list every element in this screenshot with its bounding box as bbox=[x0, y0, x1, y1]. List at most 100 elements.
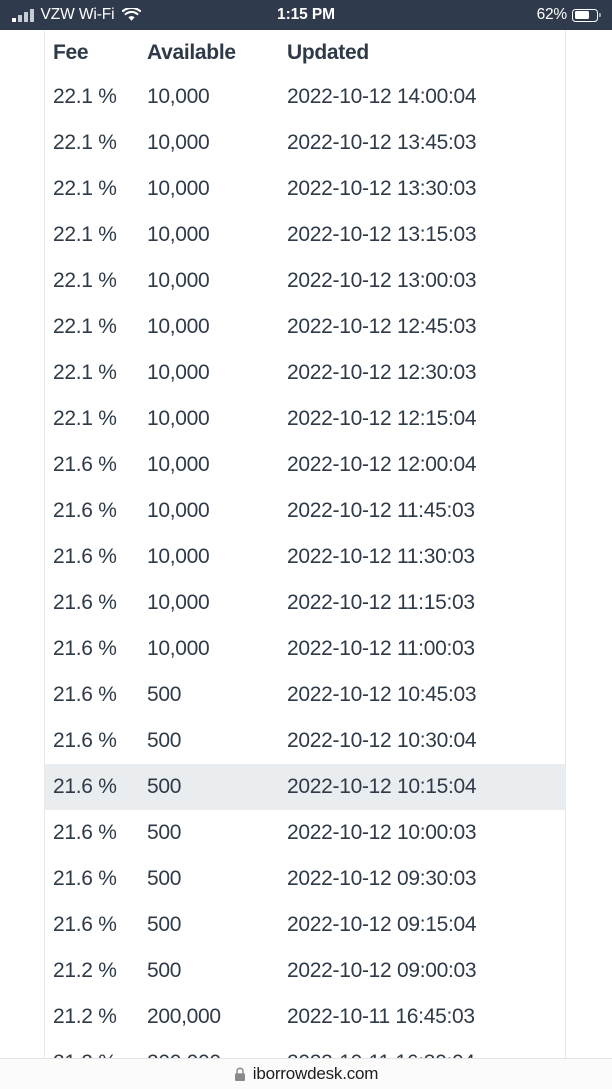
short-availability-table-container: Fee Available Updated 22.1 % 10,000 2022-1… bbox=[44, 30, 566, 1058]
cell-available: 10,000 bbox=[147, 85, 210, 108]
cell-available: 500 bbox=[147, 913, 182, 936]
battery-icon bbox=[572, 8, 601, 22]
cell-fee: 21.2 % bbox=[45, 1040, 147, 1058]
table-row[interactable]: 21.2 % 200,000 2022-10-11 16:45:03 bbox=[45, 994, 565, 1040]
table-row[interactable]: 22.1 % 10,000 2022-10-12 13:30:03 bbox=[45, 166, 565, 212]
column-header-updated[interactable]: Updated bbox=[287, 30, 565, 74]
cell-available: 500 bbox=[147, 821, 182, 844]
cell-fee: 21.2 % bbox=[53, 959, 117, 982]
browser-footer-bar: iborrowdesk.com bbox=[0, 1058, 612, 1089]
status-bar-right: 62% bbox=[537, 6, 601, 24]
table-row[interactable]: 21.6 % 500 2022-10-12 10:15:04 bbox=[45, 764, 565, 810]
cell-updated: 2022-10-12 10:45:03 bbox=[287, 683, 477, 706]
cell-updated: 2022-10-12 09:15:04 bbox=[287, 913, 477, 936]
cell-fee: 22.1 % bbox=[53, 315, 117, 338]
table-row[interactable]: 21.6 % 10,000 2022-10-12 11:15:03 bbox=[45, 580, 565, 626]
cell-fee: 21.6 % bbox=[53, 453, 117, 476]
cell-fee: 21.6 % bbox=[53, 821, 117, 844]
cell-available: 10,000 bbox=[147, 453, 210, 476]
table-row[interactable]: 21.2 %200,0002022-10-11 16:30:04 bbox=[45, 1040, 565, 1058]
cell-available: 10,000 bbox=[147, 499, 210, 522]
cell-fee: 21.6 % bbox=[53, 591, 117, 614]
column-header-available[interactable]: Available bbox=[147, 30, 287, 74]
table-row[interactable]: 21.6 % 500 2022-10-12 10:45:03 bbox=[45, 672, 565, 718]
cell-updated: 2022-10-12 12:30:03 bbox=[287, 361, 477, 384]
cell-updated: 2022-10-12 10:15:04 bbox=[287, 764, 565, 810]
cell-available: 10,000 bbox=[147, 269, 210, 292]
table-row[interactable]: 22.1 % 10,000 2022-10-12 12:30:03 bbox=[45, 350, 565, 396]
status-bar: VZW Wi-Fi 1:15 PM 62% bbox=[0, 0, 612, 30]
cell-updated: 2022-10-12 11:45:03 bbox=[287, 499, 475, 522]
cell-updated: 2022-10-12 14:00:04 bbox=[287, 85, 477, 108]
cell-updated: 2022-10-12 11:15:03 bbox=[287, 591, 475, 614]
cell-updated: 2022-10-12 13:15:03 bbox=[287, 223, 477, 246]
cell-updated: 2022-10-11 16:30:04 bbox=[287, 1040, 565, 1058]
table-row[interactable]: 22.1 % 10,000 2022-10-12 13:15:03 bbox=[45, 212, 565, 258]
cell-fee: 22.1 % bbox=[53, 223, 117, 246]
cell-updated: 2022-10-12 12:45:03 bbox=[287, 315, 477, 338]
table-row[interactable]: 22.1 % 10,000 2022-10-12 13:00:03 bbox=[45, 258, 565, 304]
cell-available: 10,000 bbox=[147, 177, 210, 200]
cell-fee: 22.1 % bbox=[53, 131, 117, 154]
cell-updated: 2022-10-12 11:30:03 bbox=[287, 545, 475, 568]
cell-fee: 21.6 % bbox=[53, 545, 117, 568]
table-row[interactable]: 22.1 % 10,000 2022-10-12 12:45:03 bbox=[45, 304, 565, 350]
carrier-label: VZW Wi-Fi bbox=[40, 6, 115, 23]
cell-available: 10,000 bbox=[147, 637, 210, 660]
cell-updated: 2022-10-12 09:30:03 bbox=[287, 867, 477, 890]
table-row[interactable]: 21.6 % 10,000 2022-10-12 11:00:03 bbox=[45, 626, 565, 672]
table-row[interactable]: 21.6 % 10,000 2022-10-12 11:45:03 bbox=[45, 488, 565, 534]
column-header-fee[interactable]: Fee bbox=[45, 30, 147, 74]
cellular-signal-icon bbox=[12, 8, 34, 22]
table-body: 22.1 % 10,000 2022-10-12 14:00:04 22.1 % 10,… bbox=[45, 74, 565, 1058]
cell-fee: 21.2 % bbox=[53, 1005, 117, 1028]
table-row[interactable]: 21.6 % 500 2022-10-12 09:30:03 bbox=[45, 856, 565, 902]
table-row[interactable]: 22.1 % 10,000 2022-10-12 13:45:03 bbox=[45, 120, 565, 166]
cell-available: 10,000 bbox=[147, 545, 210, 568]
cell-fee: 21.6 % bbox=[53, 499, 117, 522]
cell-fee: 21.6 % bbox=[53, 729, 117, 752]
table-row[interactable]: 22.1 % 10,000 2022-10-12 14:00:04 bbox=[45, 74, 565, 120]
status-bar-left: VZW Wi-Fi bbox=[12, 6, 141, 24]
cell-available: 10,000 bbox=[147, 407, 210, 430]
cell-available: 500 bbox=[147, 867, 182, 890]
footer-domain-label[interactable]: iborrowdesk.com bbox=[253, 1064, 379, 1084]
cell-fee: 22.1 % bbox=[53, 85, 117, 108]
cell-fee: 22.1 % bbox=[53, 407, 117, 430]
cell-updated: 2022-10-12 10:00:03 bbox=[287, 821, 477, 844]
cell-fee: 22.1 % bbox=[53, 177, 117, 200]
cell-updated: 2022-10-12 09:00:03 bbox=[287, 959, 477, 982]
wifi-icon bbox=[121, 8, 141, 22]
cell-updated: 2022-10-11 16:45:03 bbox=[287, 1005, 475, 1028]
cell-available: 10,000 bbox=[147, 361, 210, 384]
cell-fee: 21.6 % bbox=[53, 683, 117, 706]
table-row[interactable]: 21.6 % 500 2022-10-12 10:30:04 bbox=[45, 718, 565, 764]
cell-fee: 21.6 % bbox=[45, 764, 147, 810]
table-row[interactable]: 22.1 % 10,000 2022-10-12 12:15:04 bbox=[45, 396, 565, 442]
cell-updated: 2022-10-12 13:30:03 bbox=[287, 177, 477, 200]
cell-fee: 21.6 % bbox=[53, 637, 117, 660]
cell-available: 200,000 bbox=[147, 1005, 221, 1028]
cell-available: 10,000 bbox=[147, 591, 210, 614]
table-header: Fee Available Updated bbox=[45, 30, 565, 74]
lock-icon bbox=[234, 1067, 246, 1082]
cell-updated: 2022-10-12 11:00:03 bbox=[287, 637, 475, 660]
table-row[interactable]: 21.6 % 500 2022-10-12 10:00:03 bbox=[45, 810, 565, 856]
cell-available: 500 bbox=[147, 959, 182, 982]
cell-fee: 21.6 % bbox=[53, 913, 117, 936]
cell-fee: 21.6 % bbox=[53, 867, 117, 890]
table-row[interactable]: 21.6 % 500 2022-10-12 09:15:04 bbox=[45, 902, 565, 948]
table-row[interactable]: 21.6 % 10,000 2022-10-12 12:00:04 bbox=[45, 442, 565, 488]
cell-updated: 2022-10-12 13:00:03 bbox=[287, 269, 477, 292]
cell-available: 500 bbox=[147, 764, 287, 810]
cell-available: 10,000 bbox=[147, 131, 210, 154]
cell-updated: 2022-10-12 12:00:04 bbox=[287, 453, 477, 476]
short-availability-table: Fee Available Updated 22.1 % 10,000 2022-1… bbox=[45, 30, 565, 1058]
cell-available: 200,000 bbox=[147, 1040, 287, 1058]
cell-updated: 2022-10-12 13:45:03 bbox=[287, 131, 477, 154]
table-row[interactable]: 21.2 % 500 2022-10-12 09:00:03 bbox=[45, 948, 565, 994]
cell-available: 10,000 bbox=[147, 315, 210, 338]
table-header-row: Fee Available Updated bbox=[45, 30, 565, 74]
page-content: Fee Available Updated 22.1 % 10,000 2022-1… bbox=[0, 30, 612, 1058]
table-row[interactable]: 21.6 % 10,000 2022-10-12 11:30:03 bbox=[45, 534, 565, 580]
